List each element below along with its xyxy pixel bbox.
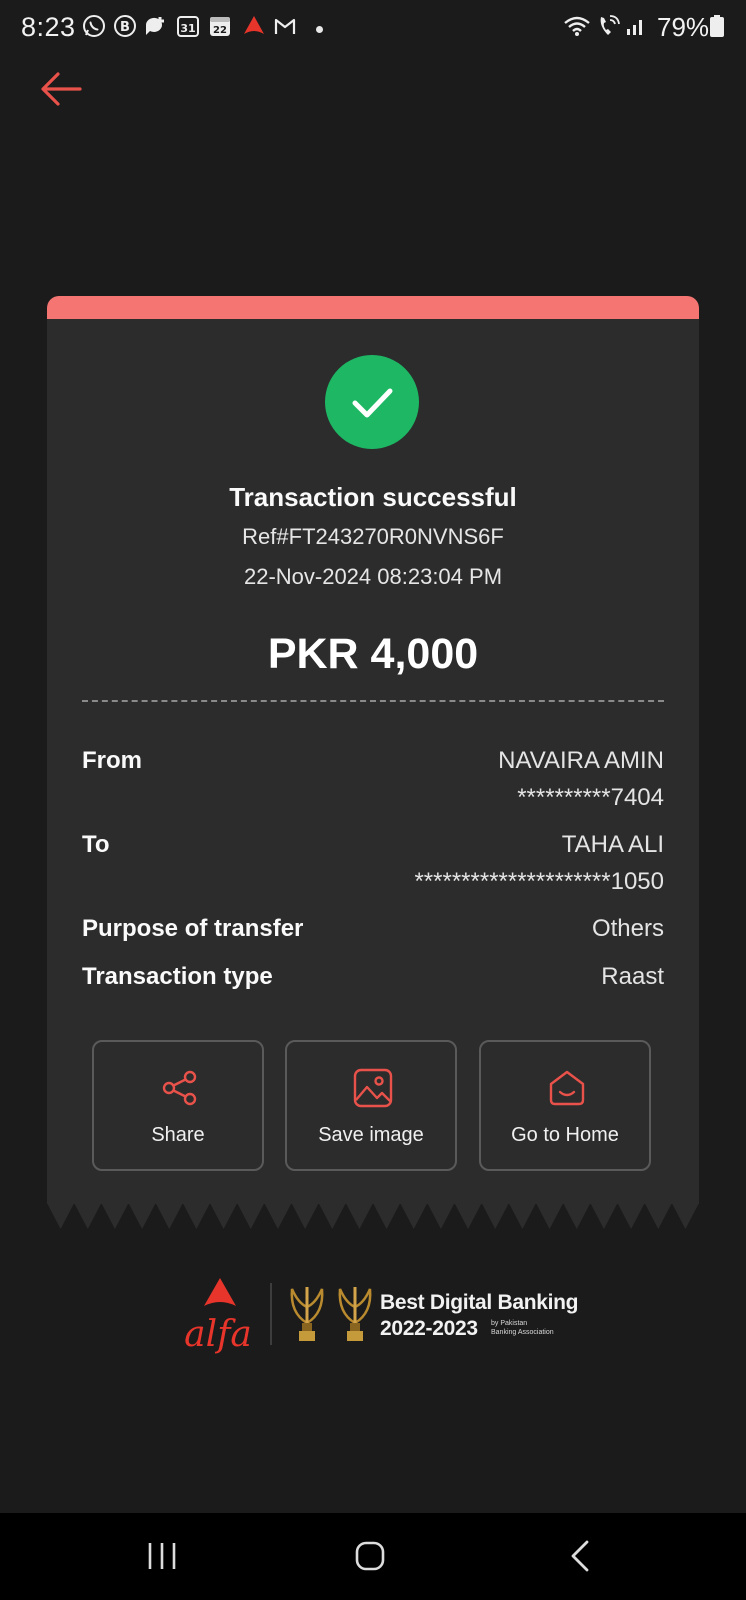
battery-percent: 79% <box>657 12 710 42</box>
dashed-divider <box>82 700 664 702</box>
share-label: Share <box>151 1124 205 1146</box>
transaction-type-value: Raast <box>601 963 664 990</box>
save-image-button[interactable]: Save image <box>285 1040 457 1171</box>
to-account: *********************1050 <box>414 868 664 895</box>
transaction-datetime: 22-Nov-2024 08:23:04 PM <box>243 564 503 589</box>
save-image-label: Save image <box>318 1124 424 1146</box>
svg-text:22: 22 <box>213 25 227 36</box>
chat-plus-icon <box>145 17 164 35</box>
award-title: Best Digital Banking <box>380 1291 579 1314</box>
go-to-home-button[interactable]: Go to Home <box>479 1040 651 1171</box>
trophy-icon <box>290 1287 324 1341</box>
purpose-label: Purpose of transfer <box>82 915 304 942</box>
b-circle-icon: B <box>114 15 136 37</box>
status-bar: 8:23 B 31 22 79% <box>0 0 746 56</box>
alfa-notification-icon <box>244 16 264 34</box>
checkmark-icon <box>352 388 393 418</box>
wifi-icon <box>564 16 590 36</box>
gmail-icon <box>274 18 296 34</box>
image-icon <box>353 1068 393 1108</box>
more-notifications-dot <box>316 26 323 33</box>
share-icon <box>162 1070 197 1106</box>
receipt-torn-edge <box>47 1203 699 1229</box>
award-years: 2022-2023 <box>380 1317 478 1340</box>
to-name: TAHA ALI <box>561 831 664 858</box>
back-nav-icon[interactable] <box>556 1533 606 1579</box>
from-label: From <box>82 747 142 774</box>
share-button[interactable]: Share <box>92 1040 264 1171</box>
trophy-icon <box>338 1287 372 1341</box>
transaction-type-label: Transaction type <box>82 963 273 990</box>
status-time: 8:23 <box>21 12 76 42</box>
date-icon: 22 <box>210 17 230 36</box>
brand-divider <box>270 1283 272 1345</box>
battery-icon <box>710 15 724 37</box>
whatsapp-icon <box>83 15 105 37</box>
from-account: **********7404 <box>517 784 664 811</box>
recent-apps-icon[interactable] <box>137 1533 187 1579</box>
svg-text:31: 31 <box>180 22 195 35</box>
go-to-home-label: Go to Home <box>511 1124 619 1146</box>
home-icon <box>549 1070 585 1106</box>
purpose-value: Others <box>591 915 664 942</box>
calendar-icon: 31 <box>177 16 199 37</box>
signal-icon <box>627 20 642 35</box>
transaction-amount: PKR 4,000 <box>267 630 479 678</box>
alfa-logo: alfa <box>184 1278 252 1354</box>
award-by-line2: Banking Association <box>491 1329 554 1336</box>
transaction-status-title: Transaction successful <box>229 482 517 512</box>
to-label: To <box>82 831 110 858</box>
back-arrow-icon[interactable] <box>36 64 86 114</box>
award-by: by Pakistan Banking Association <box>491 1319 571 1337</box>
system-nav-bar <box>0 1513 746 1600</box>
wifi-calling-icon <box>600 15 620 35</box>
svg-text:alfa: alfa <box>184 1314 252 1354</box>
svg-text:B: B <box>120 20 130 35</box>
success-badge <box>325 355 419 449</box>
home-nav-icon[interactable] <box>345 1533 395 1579</box>
award-by-line1: by Pakistan <box>491 1320 528 1327</box>
reference-number: Ref#FT243270R0NVNS6F <box>242 524 504 549</box>
from-name: NAVAIRA AMIN <box>498 747 664 774</box>
